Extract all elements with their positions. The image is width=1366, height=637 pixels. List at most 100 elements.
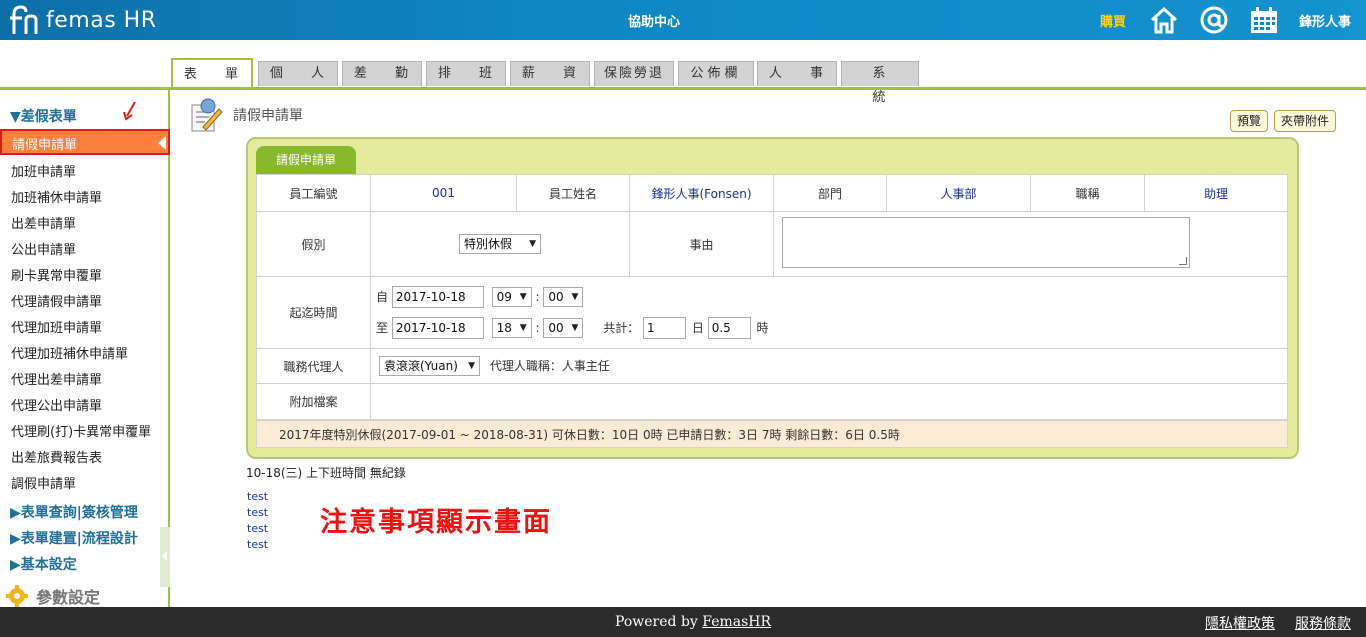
sidebar-item-overtime[interactable]: 加班申請單 [11, 161, 76, 180]
leave-balance-summary: 2017年度特別休假(2017-09-01 ~ 2018-08-31) 可休日數… [256, 420, 1288, 448]
job-title-label: 職稱 [1030, 174, 1145, 212]
reason-label: 事由 [629, 211, 774, 277]
main-tabs: 表 單 個 人 差 勤 排 班 薪 資 保險勞退 公佈欄 人 事 系 統 [0, 40, 1366, 105]
job-title-value: 助理 [1144, 174, 1288, 212]
calendar-icon[interactable] [1249, 5, 1279, 35]
dept-value: 人事部 [886, 174, 1031, 212]
dept-label: 部門 [773, 174, 887, 212]
footer: Powered by FemasHR 隱私權政策 服務條款 [0, 607, 1366, 637]
active-indicator-icon [158, 136, 166, 150]
period-label: 起迄時間 [256, 276, 371, 349]
logo[interactable]: femas HR [8, 4, 156, 36]
top-header: femas HR 協助中心 購買 鋒形人事 [0, 0, 1366, 40]
emp-name-label: 員工姓名 [516, 174, 630, 212]
sidebar-section-query[interactable]: ▶表單查詢|簽核管理 [10, 502, 138, 522]
page-title: 請假申請單 [233, 108, 303, 124]
hour-unit: 時 [756, 320, 769, 335]
sidebar-item-official-out[interactable]: 公出申請單 [11, 239, 76, 258]
leave-type-label: 假別 [256, 211, 371, 277]
tab-forms[interactable]: 表 單 [171, 58, 253, 88]
agent-select[interactable]: 袁滾滾(Yuan) [379, 356, 480, 376]
femas-logo-icon [10, 5, 38, 34]
at-icon[interactable] [1199, 5, 1229, 35]
tab-bulletin[interactable]: 公佈欄 [678, 61, 754, 86]
tab-system[interactable]: 系 統 [841, 61, 919, 105]
from-hour-select[interactable]: 09 [491, 287, 532, 307]
tab-attendance[interactable]: 差 勤 [342, 61, 422, 86]
powered-prefix: Powered by [615, 614, 703, 630]
test-link[interactable]: test [247, 506, 268, 519]
attach-file-button[interactable]: 夾帶附件 [1274, 110, 1337, 132]
leave-form-table: 員工編號 001 員工姓名 鋒形人事(Fonsen) 部門 人事部 職稱 助理 … [256, 174, 1288, 420]
from-row: 自 2017-10-18 09 : 00 [376, 282, 1287, 313]
to-colon: : [535, 320, 540, 335]
form-tab[interactable]: 請假申請單 [256, 146, 356, 174]
sidebar-section-build[interactable]: ▶表單建置|流程設計 [10, 528, 138, 548]
sidebar-item-proxy-trip[interactable]: 代理出差申請單 [11, 369, 102, 388]
form-edit-icon [191, 98, 223, 132]
sidebar-section-leave-forms[interactable]: ▼差假表單 [10, 106, 77, 126]
privacy-policy-link[interactable]: 隱私權政策 [1205, 613, 1275, 633]
from-prefix: 自 [376, 289, 389, 304]
agent-title: 代理人職稱：人事主任 [489, 358, 610, 373]
gear-icon [6, 585, 28, 607]
total-label: 共計： [603, 320, 640, 335]
sidebar-param-settings[interactable]: 參數設定 [6, 584, 100, 608]
param-settings-label: 參數設定 [36, 588, 101, 607]
test-link[interactable]: test [247, 538, 268, 551]
agent-label: 職務代理人 [256, 348, 371, 384]
sidebar-item-proxy-leave[interactable]: 代理請假申請單 [11, 291, 102, 310]
from-date-input[interactable]: 2017-10-18 [391, 286, 484, 308]
buy-link[interactable]: 購買 [1100, 11, 1126, 30]
from-colon: : [535, 289, 540, 304]
help-center-title[interactable]: 協助中心 [628, 11, 680, 30]
sidebar-item-card-exception[interactable]: 刷卡異常申覆單 [11, 265, 102, 284]
sidebar-item-proxy-official-out[interactable]: 代理公出申請單 [11, 395, 102, 414]
reason-textarea[interactable] [782, 217, 1190, 268]
preview-button[interactable]: 預覽 [1230, 110, 1269, 132]
to-minute-select[interactable]: 00 [543, 318, 584, 338]
sidebar-item-proxy-card-exception[interactable]: 代理刷(打)卡異常申覆單 [11, 421, 151, 440]
company-name[interactable]: 鋒形人事 [1299, 11, 1351, 30]
attachment-area[interactable] [370, 383, 1288, 420]
sidebar-item-leave-request[interactable]: 請假申請單 [0, 129, 170, 155]
sidebar-item-travel-expense[interactable]: 出差旅費報告表 [11, 447, 102, 466]
total-days-input[interactable]: 1 [643, 317, 687, 339]
femashr-link[interactable]: FemasHR [702, 614, 771, 630]
sidebar-item-business-trip[interactable]: 出差申請單 [11, 213, 76, 232]
sidebar-item-leave-swap[interactable]: 調假申請單 [11, 473, 76, 492]
emp-no-label: 員工編號 [256, 174, 371, 212]
logo-text: femas HR [46, 7, 157, 33]
home-icon[interactable] [1149, 5, 1179, 35]
terms-of-service-link[interactable]: 服務條款 [1295, 613, 1351, 633]
emp-name-value: 鋒形人事(Fonsen) [629, 174, 774, 212]
tab-hr[interactable]: 人 事 [757, 61, 837, 86]
to-date-input[interactable]: 2017-10-18 [391, 317, 484, 339]
red-arrow-icon [123, 101, 136, 121]
schedule-line: 10-18(三) 上下班時間 無紀錄 [246, 466, 406, 480]
notice-text: 注意事項顯示畫面 [320, 507, 552, 538]
sidebar: ▼差假表單 請假申請單 加班申請單 加班補休申請單 出差申請單 公出申請單 刷卡… [0, 90, 170, 607]
tab-personal[interactable]: 個 人 [258, 61, 338, 86]
emp-no-value: 001 [370, 174, 517, 212]
test-link[interactable]: test [247, 522, 268, 535]
tab-scheduling[interactable]: 排 班 [426, 61, 506, 86]
to-hour-select[interactable]: 18 [491, 318, 532, 338]
sidebar-item-label: 請假申請單 [12, 138, 78, 153]
tab-payroll[interactable]: 薪 資 [510, 61, 590, 86]
attachment-label: 附加檔案 [256, 383, 371, 420]
leave-type-select[interactable]: 特別休假 [459, 234, 541, 254]
sidebar-item-overtime-comp[interactable]: 加班補休申請單 [11, 187, 102, 206]
test-link[interactable]: test [247, 490, 268, 503]
sidebar-collapse-handle[interactable] [160, 527, 170, 587]
tabs-underline [0, 87, 1366, 90]
tab-insurance[interactable]: 保險勞退 [594, 61, 674, 86]
to-row: 至 2017-10-18 18 : 00 共計： 1 日 0.5 時 [376, 313, 1287, 344]
sidebar-section-basic[interactable]: ▶基本設定 [10, 554, 77, 574]
from-minute-select[interactable]: 00 [543, 287, 584, 307]
sidebar-item-proxy-overtime-comp[interactable]: 代理加班補休申請單 [11, 343, 128, 362]
day-unit: 日 [691, 320, 704, 335]
sidebar-item-proxy-overtime[interactable]: 代理加班申請單 [11, 317, 102, 336]
powered-by: Powered by FemasHR [615, 614, 771, 630]
total-hours-input[interactable]: 0.5 [707, 317, 751, 339]
